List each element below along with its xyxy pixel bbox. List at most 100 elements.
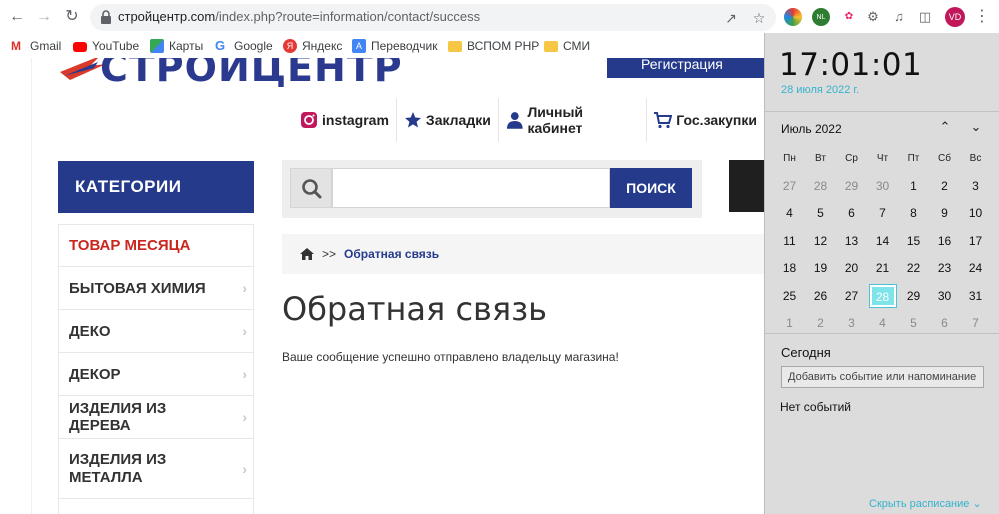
page-edge bbox=[31, 58, 32, 514]
calendar-day[interactable]: 27 bbox=[774, 173, 805, 201]
nav-bookmarks[interactable]: Закладки bbox=[395, 98, 498, 142]
weekday-label: Пт bbox=[907, 153, 920, 164]
profile-avatar[interactable]: VD bbox=[945, 7, 965, 27]
bookmark-label: YouTube bbox=[92, 39, 140, 53]
month-label[interactable]: Июль 2022 bbox=[781, 122, 842, 136]
add-event-input[interactable]: Добавить событие или напоминание bbox=[781, 366, 984, 388]
calendar-day[interactable]: 15 bbox=[898, 228, 929, 256]
categories-header[interactable]: КАТЕГОРИИ bbox=[58, 161, 254, 213]
address-bar[interactable]: стройцентр.com/index.php?route=informati… bbox=[90, 4, 776, 31]
chevron-right-icon: › bbox=[242, 280, 247, 296]
nav-instagram[interactable]: instagram bbox=[296, 98, 396, 142]
day-number: 5 bbox=[910, 316, 917, 330]
calendar-day[interactable]: 30 bbox=[929, 283, 960, 311]
back-arrow-icon[interactable]: ← bbox=[6, 6, 28, 28]
calendar-day[interactable]: 27 bbox=[836, 283, 867, 311]
day-number: 28 bbox=[813, 178, 828, 193]
calendar-day[interactable]: 8 bbox=[898, 200, 929, 228]
calendar-day[interactable]: 28 bbox=[805, 173, 836, 201]
calendar-day[interactable]: 10 bbox=[960, 200, 991, 228]
calendar-day[interactable]: 7 bbox=[867, 200, 898, 228]
category-item[interactable]: ДЕКОР › bbox=[58, 353, 254, 396]
calendar-day[interactable]: 26 bbox=[805, 283, 836, 311]
category-item[interactable] bbox=[58, 499, 254, 514]
bookmark-maps[interactable]: Карты bbox=[150, 38, 203, 54]
calendar-day[interactable]: 18 bbox=[774, 255, 805, 283]
chevron-up-icon[interactable]: ⌃ bbox=[935, 117, 955, 137]
register-button[interactable]: Регистрация bbox=[607, 58, 764, 78]
forward-arrow-icon[interactable]: → bbox=[33, 6, 55, 28]
calendar-day[interactable]: 1 bbox=[898, 173, 929, 201]
week-row: 11 12 13 14 15 16 17 bbox=[774, 228, 994, 256]
category-item[interactable]: ИЗДЕЛИЯ ИЗ МЕТАЛЛА › bbox=[58, 439, 254, 499]
day-number: 20 bbox=[844, 261, 859, 275]
calendar-day[interactable]: 29 bbox=[836, 173, 867, 201]
day-number: 29 bbox=[844, 178, 859, 193]
calendar-day[interactable]: 6 bbox=[836, 200, 867, 228]
calendar-day[interactable]: 4 bbox=[774, 200, 805, 228]
calendar-day-today[interactable]: 28 bbox=[867, 283, 898, 311]
calendar-day[interactable]: 14 bbox=[867, 228, 898, 256]
hide-schedule-link[interactable]: Скрыть расписание ⌄ bbox=[869, 497, 982, 510]
calendar-day[interactable]: 12 bbox=[805, 228, 836, 256]
chevron-down-icon[interactable]: ⌄ bbox=[966, 117, 986, 137]
calendar-day[interactable]: 25 bbox=[774, 283, 805, 311]
flower-extension-icon[interactable]: ✿ bbox=[840, 8, 858, 26]
nav-account[interactable]: Личный кабинет bbox=[497, 98, 646, 142]
bookmark-gmail[interactable]: M Gmail bbox=[11, 38, 61, 54]
bookmark-yandex[interactable]: Я Яндекс bbox=[283, 38, 342, 54]
week-row: 4 5 6 7 8 9 10 bbox=[774, 200, 994, 228]
clock-date[interactable]: 28 июля 2022 г. bbox=[781, 84, 859, 96]
nav-procurement[interactable]: Гос.закупки bbox=[646, 98, 764, 142]
category-label: ДЕКО bbox=[69, 322, 111, 340]
media-control-icon[interactable]: ♫ bbox=[890, 8, 908, 26]
calendar-day[interactable]: 31 bbox=[960, 283, 991, 311]
calendar-day[interactable]: 2 bbox=[929, 173, 960, 201]
bookmark-folder-smi[interactable]: СМИ bbox=[544, 38, 590, 54]
calendar-day[interactable]: 9 bbox=[929, 200, 960, 228]
bookmark-star-icon[interactable]: ☆ bbox=[750, 9, 768, 27]
calendar-day[interactable]: 29 bbox=[898, 283, 929, 311]
day-number: 3 bbox=[972, 178, 979, 193]
gmail-icon: M bbox=[11, 39, 21, 53]
search-button[interactable]: ПОИСК bbox=[610, 168, 692, 208]
search-input[interactable] bbox=[332, 168, 610, 208]
calendar-day[interactable]: 23 bbox=[929, 255, 960, 283]
breadcrumb-current[interactable]: Обратная связь bbox=[344, 247, 439, 261]
calendar-day[interactable]: 16 bbox=[929, 228, 960, 256]
home-icon[interactable] bbox=[300, 248, 314, 260]
menu-kebab-icon[interactable]: ⋮ bbox=[974, 7, 990, 27]
calendar-day[interactable]: 22 bbox=[898, 255, 929, 283]
bookmark-youtube[interactable]: YouTube bbox=[73, 38, 139, 54]
vpn-extension-icon[interactable]: NL bbox=[812, 8, 830, 26]
bookmark-translate[interactable]: A Переводчик bbox=[352, 38, 438, 54]
calendar-day[interactable]: 5 bbox=[805, 200, 836, 228]
extensions-puzzle-icon[interactable]: ⚙ bbox=[864, 8, 882, 26]
banner-edge bbox=[729, 160, 764, 212]
side-panel-icon[interactable]: ◫ bbox=[916, 8, 934, 26]
category-item[interactable]: ДЕКО › bbox=[58, 310, 254, 353]
calendar-day[interactable]: 21 bbox=[867, 255, 898, 283]
bookmark-label: ВСПОМ PHP bbox=[467, 39, 540, 53]
translate-icon: A bbox=[352, 39, 366, 53]
calendar-day[interactable]: 19 bbox=[805, 255, 836, 283]
category-item[interactable]: ТОВАР МЕСЯЦА bbox=[58, 224, 254, 267]
category-item[interactable]: БЫТОВАЯ ХИМИЯ › bbox=[58, 267, 254, 310]
share-icon[interactable]: ↗ bbox=[722, 9, 740, 27]
calendar-day[interactable]: 13 bbox=[836, 228, 867, 256]
browser-toolbar: ← → ↻ стройцентр.com/index.php?route=inf… bbox=[0, 0, 999, 34]
chevron-right-icon: › bbox=[242, 323, 247, 339]
calendar-day[interactable]: 20 bbox=[836, 255, 867, 283]
calendar-day[interactable]: 3 bbox=[960, 173, 991, 201]
bookmark-google[interactable]: G Google bbox=[215, 38, 273, 54]
category-item[interactable]: ИЗДЕЛИЯ ИЗ ДЕРЕВА › bbox=[58, 396, 254, 439]
site-logo-text[interactable]: СТРОЙЦЕНТР bbox=[100, 58, 403, 90]
color-picker-extension-icon[interactable] bbox=[784, 8, 802, 26]
calendar-day[interactable]: 24 bbox=[960, 255, 991, 283]
calendar-day[interactable]: 11 bbox=[774, 228, 805, 256]
day-number: 19 bbox=[813, 261, 828, 275]
reload-icon[interactable]: ↻ bbox=[61, 6, 83, 28]
bookmark-folder-vspom[interactable]: ВСПОМ PHP bbox=[448, 38, 539, 54]
calendar-day[interactable]: 17 bbox=[960, 228, 991, 256]
calendar-day[interactable]: 30 bbox=[867, 173, 898, 201]
